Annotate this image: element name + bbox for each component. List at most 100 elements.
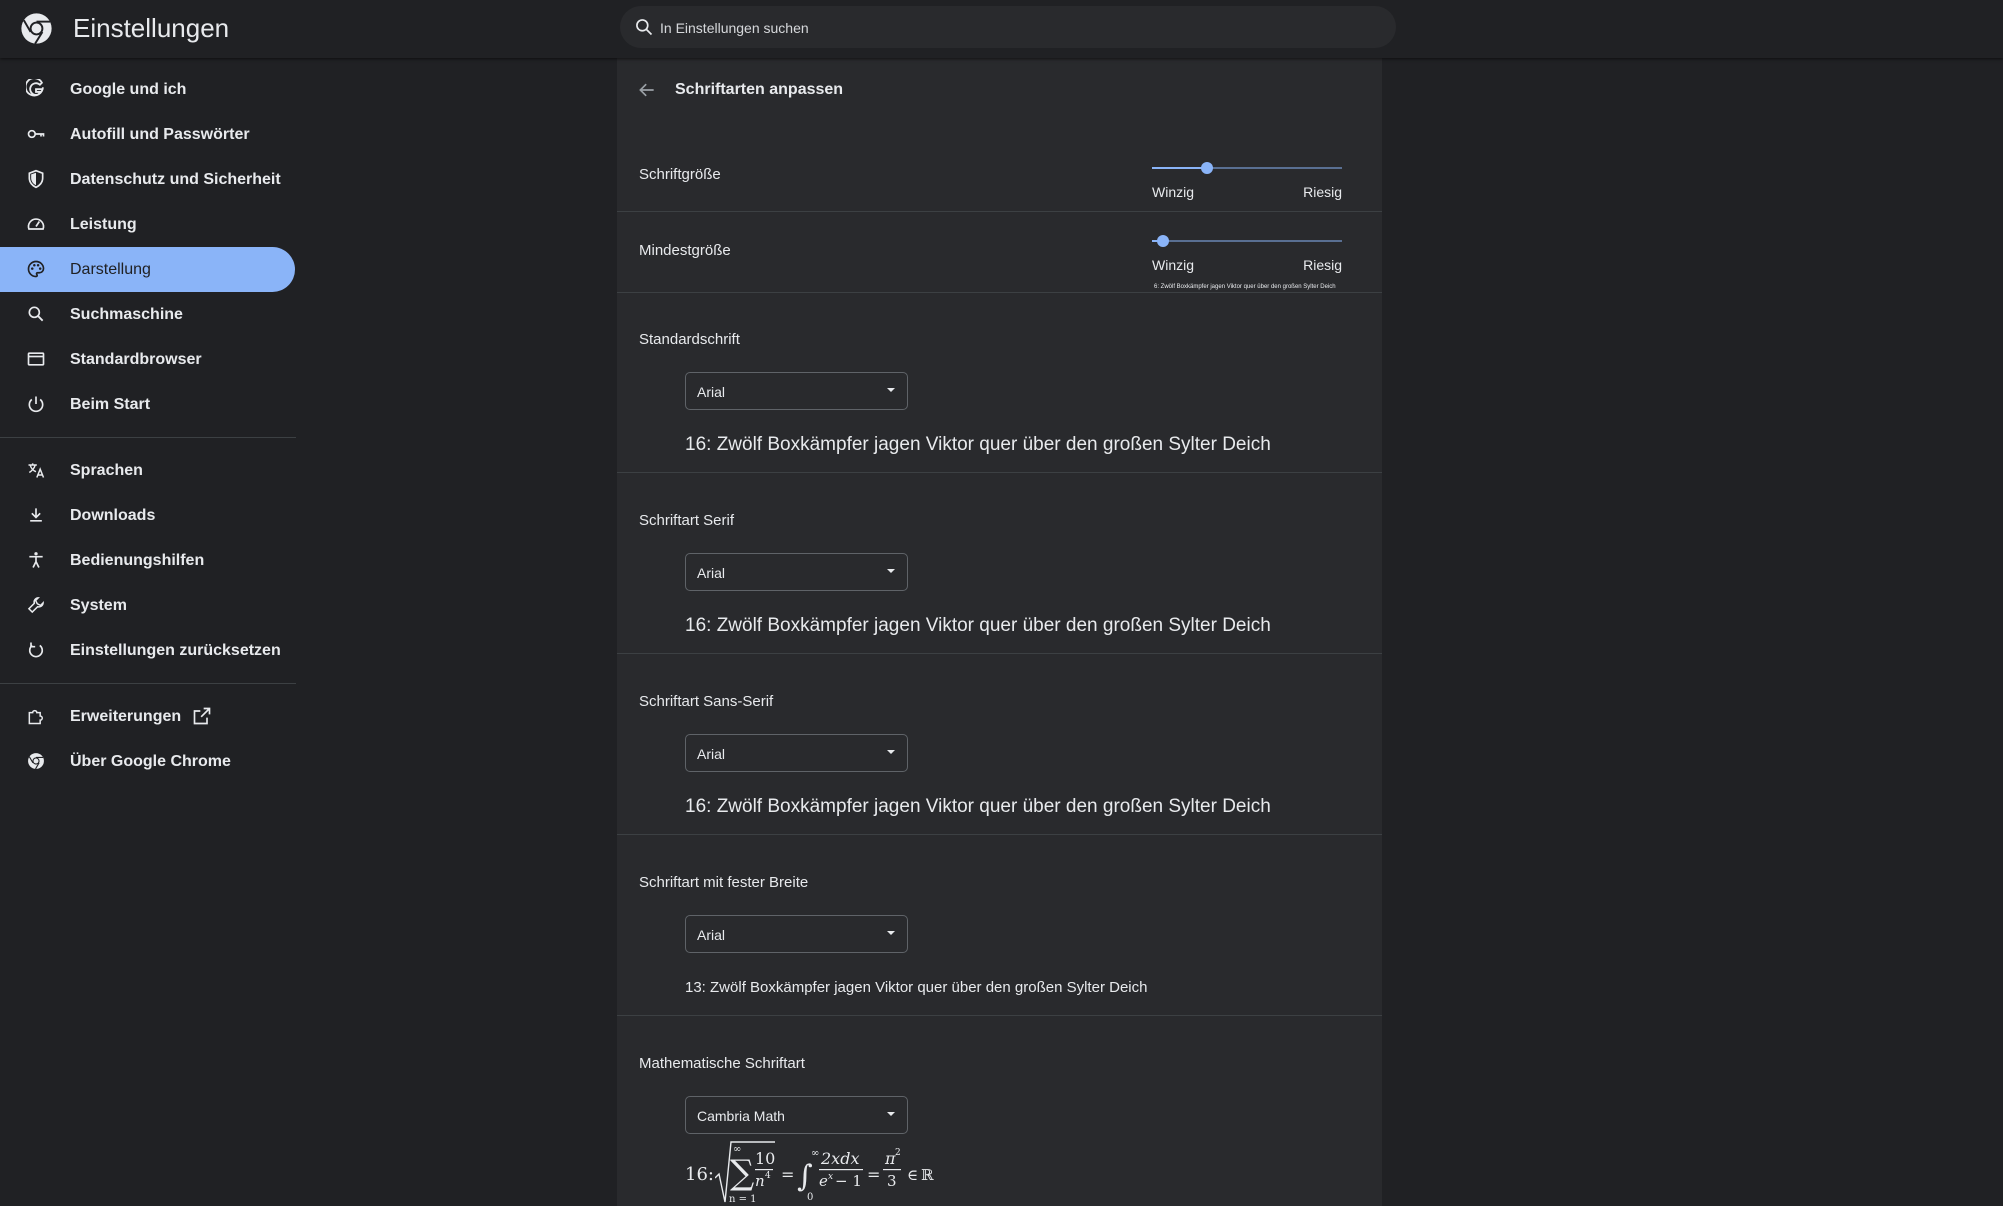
- min-size-slider[interactable]: Winzig Riesig: [1152, 232, 1342, 282]
- panel-header: Schriftarten anpassen: [617, 58, 1382, 120]
- svg-text:2xdx: 2xdx: [820, 1149, 859, 1168]
- sidebar-item-label: Suchmaschine: [70, 306, 183, 323]
- svg-text:n = 1: n = 1: [729, 1194, 757, 1205]
- key-icon: [27, 129, 45, 139]
- settings-panel: Schriftarten anpassen Schriftgröße Winzi…: [617, 58, 1382, 1206]
- shield-icon: [28, 169, 44, 189]
- sidebar-item-label: Standardbrowser: [70, 351, 202, 368]
- svg-text:e: e: [819, 1172, 828, 1190]
- svg-text:− 1: − 1: [835, 1172, 862, 1190]
- select-value: Arial: [697, 746, 726, 762]
- slider-track: [1152, 240, 1342, 242]
- select-value: Arial: [697, 384, 726, 400]
- sidebar-item-label: Datenschutz und Sicherheit: [70, 171, 281, 188]
- serif-font-preview: 16: Zwölf Boxkämpfer jagen Viktor quer ü…: [685, 615, 1271, 636]
- translate-icon: [28, 463, 45, 478]
- svg-text:=: =: [781, 1165, 794, 1184]
- sidebar-item-label: Beim Start: [70, 396, 151, 413]
- sidebar-item-appearance[interactable]: Darstellung: [0, 247, 295, 292]
- sidebar-item-label: Sprachen: [70, 462, 143, 479]
- speedometer-icon: [27, 218, 45, 230]
- svg-text:4: 4: [765, 1171, 771, 1181]
- svg-text:n: n: [755, 1172, 765, 1190]
- select-value: Arial: [697, 565, 726, 581]
- math-font-select[interactable]: Cambria Math: [685, 1096, 908, 1134]
- sidebar-item-downloads[interactable]: Downloads: [0, 493, 296, 538]
- standard-font-label: Standardschrift: [639, 331, 740, 348]
- fixed-width-font-select[interactable]: Arial: [685, 915, 908, 953]
- sidebar-item-label: Über Google Chrome: [70, 753, 231, 770]
- sidebar-item-label: Autofill und Passwörter: [70, 126, 250, 143]
- dropdown-caret-icon: [887, 1112, 895, 1116]
- sidebar-item-extensions[interactable]: Erweiterungen: [0, 694, 296, 739]
- divider: [617, 834, 1382, 835]
- sidebar-item-autofill[interactable]: Autofill und Passwörter: [0, 112, 296, 157]
- font-size-slider[interactable]: Winzig Riesig: [1152, 159, 1342, 209]
- svg-text:∈: ∈: [907, 1166, 918, 1184]
- slider-fill: [1152, 167, 1208, 169]
- sidebar-item-label: Einstellungen zurücksetzen: [70, 642, 281, 659]
- sidebar: Google und ich Autofill und Passwörter D…: [0, 58, 296, 784]
- chrome-logo-icon: [28, 753, 44, 770]
- accessibility-icon: [29, 552, 43, 568]
- sidebar-item-on-startup[interactable]: Beim Start: [0, 382, 296, 427]
- slider-max-label: Riesig: [1303, 184, 1342, 200]
- fixed-width-font-label: Schriftart mit fester Breite: [639, 874, 809, 891]
- standard-font-preview: 16: Zwölf Boxkämpfer jagen Viktor quer ü…: [685, 434, 1271, 455]
- chrome-logo-icon: [21, 13, 52, 45]
- slider-knob[interactable]: [1157, 235, 1170, 247]
- math-preview-prefix: 16:: [685, 1164, 714, 1185]
- divider: [617, 472, 1382, 473]
- sidebar-item-google[interactable]: Google und ich: [0, 67, 296, 112]
- fixed-width-font-preview: 13: Zwölf Boxkämpfer jagen Viktor quer ü…: [685, 979, 1148, 996]
- svg-text:∫: ∫: [797, 1159, 813, 1194]
- sidebar-divider: [0, 683, 296, 684]
- math-font-preview: 16: ∞ ∑ n = 1 10 n 4 = ∫ ∞ 0 2xdx e x − …: [685, 1140, 985, 1206]
- select-value: Cambria Math: [697, 1108, 785, 1124]
- sidebar-item-search-engine[interactable]: Suchmaschine: [0, 292, 296, 337]
- svg-text:ℝ: ℝ: [921, 1166, 934, 1184]
- palette-icon: [27, 260, 45, 278]
- sans-serif-font-select[interactable]: Arial: [685, 734, 908, 772]
- serif-font-label: Schriftart Serif: [639, 512, 735, 529]
- slider-min-label: Winzig: [1152, 184, 1195, 200]
- sidebar-item-reset[interactable]: Einstellungen zurücksetzen: [0, 628, 296, 673]
- sidebar-item-label: Erweiterungen: [70, 708, 182, 725]
- dropdown-caret-icon: [887, 750, 895, 754]
- sidebar-item-label: Downloads: [70, 507, 156, 524]
- math-formula-graphic: ∞ ∑ n = 1 10 n 4 = ∫ ∞ 0 2xdx e x − 1 = …: [715, 1141, 934, 1205]
- sidebar-item-about-chrome[interactable]: Über Google Chrome: [0, 739, 296, 784]
- slider-knob[interactable]: [1201, 162, 1214, 174]
- dropdown-caret-icon: [887, 569, 895, 573]
- sidebar-item-languages[interactable]: Sprachen: [0, 448, 296, 493]
- slider-max-label: Riesig: [1303, 257, 1342, 273]
- browser-window-icon: [27, 352, 45, 366]
- standard-font-select[interactable]: Arial: [685, 372, 908, 410]
- min-size-preview: 6: Zwölf Boxkämpfer jagen Viktor quer üb…: [1154, 284, 1336, 290]
- sidebar-item-label: Google und ich: [70, 81, 187, 98]
- svg-text:10: 10: [755, 1149, 775, 1168]
- open-in-new-icon[interactable]: [192, 706, 212, 726]
- back-arrow-icon[interactable]: [637, 80, 657, 100]
- serif-font-select[interactable]: Arial: [685, 553, 908, 591]
- svg-text:=: =: [867, 1165, 880, 1184]
- slider-min-label: Winzig: [1152, 257, 1195, 273]
- app-title: Einstellungen: [73, 13, 230, 43]
- select-value: Arial: [697, 927, 726, 943]
- sidebar-item-system[interactable]: System: [0, 583, 296, 628]
- google-g-icon: [26, 79, 44, 97]
- sidebar-item-default-browser[interactable]: Standardbrowser: [0, 337, 296, 382]
- svg-text:0: 0: [807, 1192, 813, 1203]
- dropdown-caret-icon: [887, 388, 895, 392]
- sidebar-item-privacy[interactable]: Datenschutz und Sicherheit: [0, 157, 296, 202]
- wrench-icon: [27, 597, 44, 614]
- sidebar-item-accessibility[interactable]: Bedienungshilfen: [0, 538, 296, 583]
- svg-text:3: 3: [887, 1172, 897, 1190]
- math-font-label: Mathematische Schriftart: [639, 1055, 805, 1072]
- power-icon: [28, 396, 44, 413]
- search-input[interactable]: [658, 6, 1382, 50]
- divider: [617, 211, 1382, 212]
- divider: [617, 1015, 1382, 1016]
- sidebar-item-performance[interactable]: Leistung: [0, 202, 296, 247]
- search-bar[interactable]: [620, 6, 1396, 50]
